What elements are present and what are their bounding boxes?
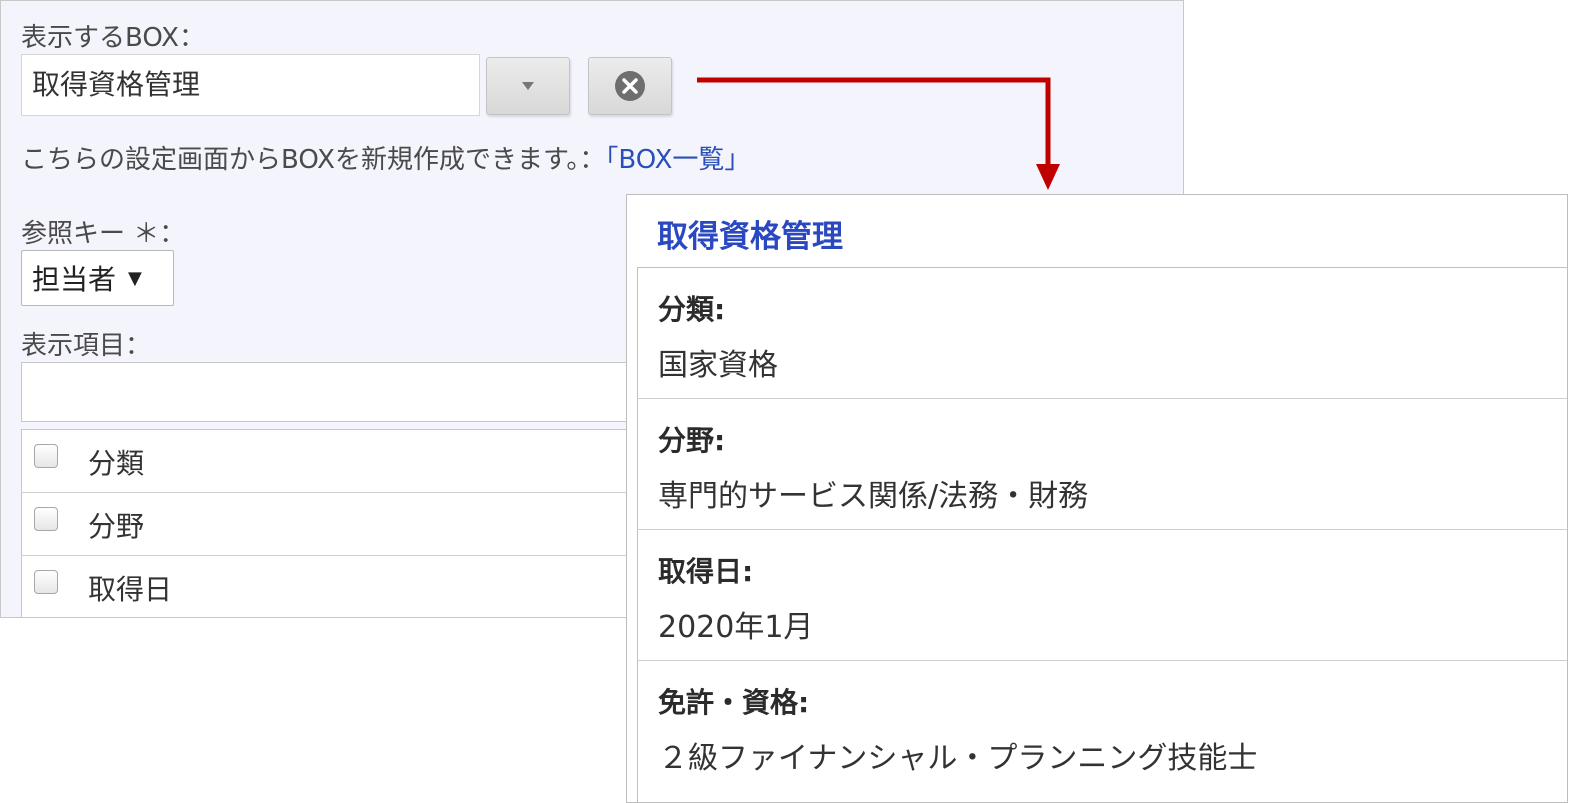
field-label: 分類: [658, 293, 726, 326]
field-value: 専門的サービス関係/法務・財務 [658, 479, 1089, 514]
field-label: 取得日: [658, 555, 754, 588]
preview-field: 免許・資格: ２級ファイナンシャル・プランニング技能士 [638, 661, 1567, 792]
field-label: 免許・資格: [658, 686, 810, 719]
field-value: 2020年1月 [658, 610, 814, 645]
field-value: ２級ファイナンシャル・プランニング技能士 [658, 741, 1258, 776]
preview-title: 取得資格管理 [657, 219, 843, 255]
stage: 表示するBOX： 取得資格管理 こちらの設定画面からBOXを新規作成できます。：… [0, 0, 1583, 803]
preview-card: 取得資格管理 分類: 国家資格 分野: 専門的サービス関係/法務・財務 取得日:… [626, 194, 1568, 803]
preview-field: 取得日: 2020年1月 [638, 530, 1567, 661]
preview-field: 分類: 国家資格 [638, 268, 1567, 399]
preview-fields: 分類: 国家資格 分野: 専門的サービス関係/法務・財務 取得日: 2020年1… [637, 267, 1567, 802]
field-value: 国家資格 [658, 348, 778, 383]
preview-field: 分野: 専門的サービス関係/法務・財務 [638, 399, 1567, 530]
field-label: 分野: [658, 424, 726, 457]
